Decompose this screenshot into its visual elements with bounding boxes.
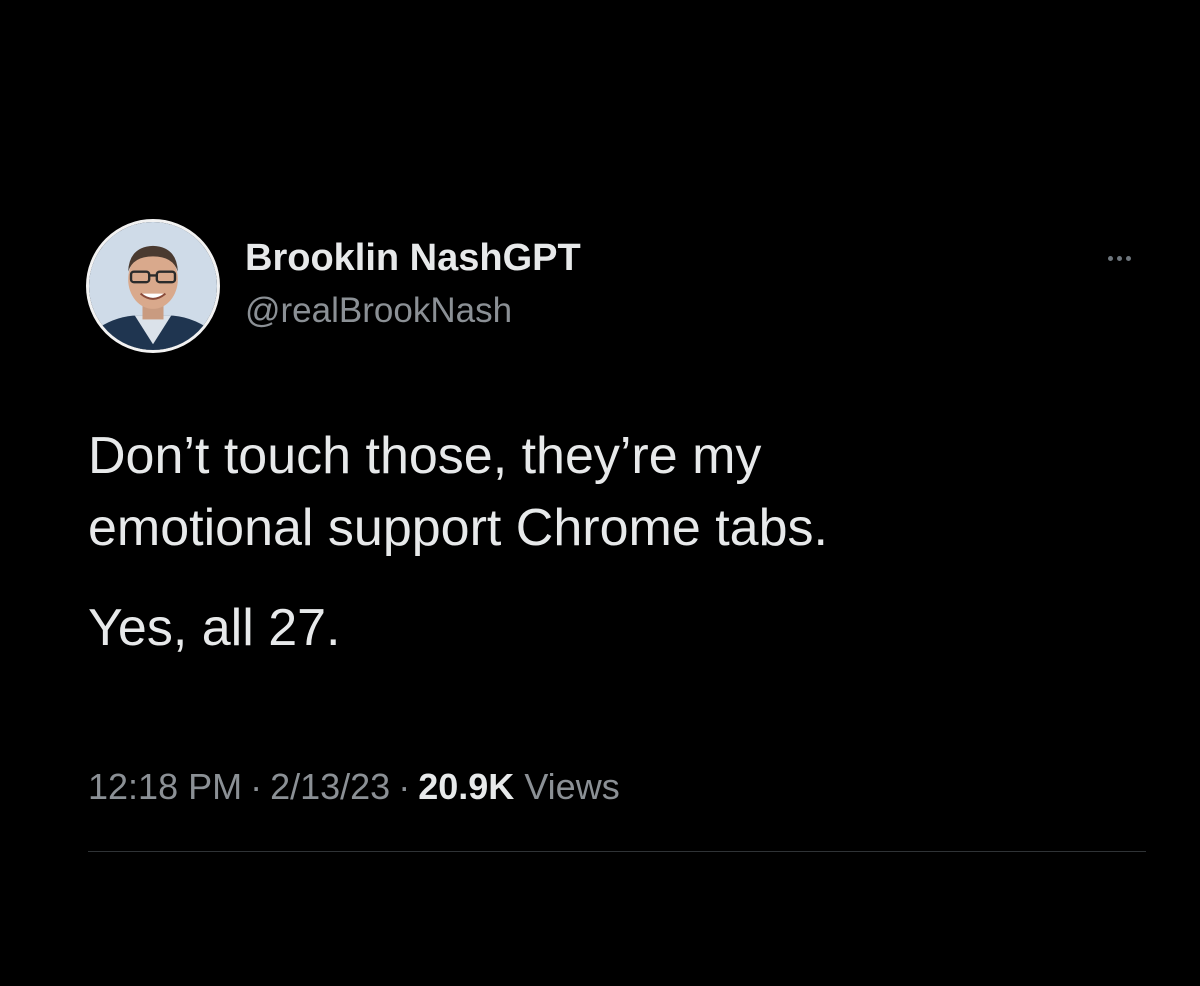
- tweet-date[interactable]: 2/13/23: [270, 766, 390, 807]
- tweet-meta: 12:18 PM · 2/13/23 · 20.9K Views: [88, 763, 620, 811]
- avatar[interactable]: [86, 219, 220, 353]
- views-count: 20.9K: [418, 766, 515, 807]
- author-info: Brooklin NashGPT @realBrookNash: [245, 234, 581, 334]
- meta-separator: ·: [250, 766, 263, 807]
- dot: [1107, 255, 1113, 261]
- display-name[interactable]: Brooklin NashGPT: [245, 234, 581, 282]
- tweet: Brooklin NashGPT @realBrookNash Don’t to…: [0, 0, 1200, 986]
- divider: [88, 851, 1146, 852]
- tweet-paragraph-2: Yes, all 27.: [88, 599, 341, 657]
- more-options-icon[interactable]: [1096, 246, 1142, 270]
- meta-separator: ·: [398, 766, 411, 807]
- views-label: Views: [524, 766, 620, 807]
- profile-photo-icon: [89, 222, 217, 350]
- tweet-paragraph-1: Don’t touch those, they’re my emotional …: [88, 427, 828, 557]
- user-handle[interactable]: @realBrookNash: [245, 288, 581, 334]
- dot: [1116, 255, 1122, 261]
- tweet-time[interactable]: 12:18 PM: [88, 766, 242, 807]
- tweet-text: Don’t touch those, they’re my emotional …: [88, 420, 1128, 664]
- dot: [1125, 255, 1131, 261]
